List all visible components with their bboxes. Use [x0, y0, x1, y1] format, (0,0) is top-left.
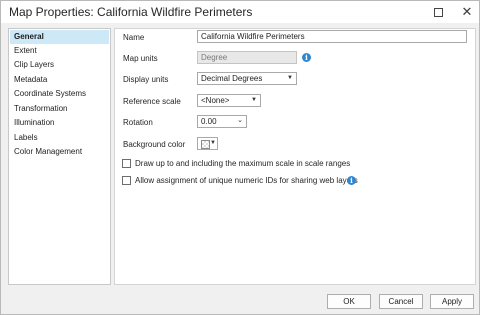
- maximize-icon[interactable]: [431, 5, 445, 19]
- background-color-picker[interactable]: ▼: [197, 137, 218, 150]
- display-units-select[interactable]: Decimal Degrees ▼: [197, 72, 297, 85]
- nav-item-clip-layers[interactable]: Clip Layers: [10, 58, 109, 72]
- chevron-down-icon: ⌄: [237, 117, 243, 124]
- info-icon[interactable]: i: [302, 53, 311, 62]
- color-swatch: [201, 140, 210, 149]
- name-label: Name: [123, 33, 145, 42]
- apply-button[interactable]: Apply: [430, 294, 474, 309]
- chevron-down-icon: ▼: [251, 97, 257, 103]
- unique-ids-label: Allow assignment of unique numeric IDs f…: [135, 176, 358, 185]
- chevron-down-icon: ▼: [210, 140, 216, 146]
- close-icon[interactable]: ✕: [460, 5, 474, 19]
- nav-item-transformation[interactable]: Transformation: [10, 102, 109, 116]
- rotation-value: 0.00: [201, 117, 217, 126]
- nav-item-metadata[interactable]: Metadata: [10, 73, 109, 87]
- reference-scale-value: <None>: [201, 96, 230, 105]
- nav-item-color-management[interactable]: Color Management: [10, 145, 109, 159]
- info-icon[interactable]: i: [347, 176, 356, 185]
- cancel-button[interactable]: Cancel: [379, 294, 423, 309]
- properties-nav: General Extent Clip Layers Metadata Coor…: [8, 28, 111, 285]
- draw-scale-checkbox[interactable]: [122, 159, 131, 168]
- nav-item-illumination[interactable]: Illumination: [10, 116, 109, 130]
- dialog-title: Map Properties: California Wildfire Peri…: [9, 5, 253, 19]
- display-units-label: Display units: [123, 75, 169, 84]
- map-properties-dialog: Map Properties: California Wildfire Peri…: [0, 0, 480, 315]
- title-bar: Map Properties: California Wildfire Peri…: [1, 1, 479, 23]
- nav-item-extent[interactable]: Extent: [10, 44, 109, 58]
- map-units-field: Degree: [197, 51, 297, 64]
- nav-item-coordinate-systems[interactable]: Coordinate Systems: [10, 87, 109, 101]
- map-units-label: Map units: [123, 54, 158, 63]
- display-units-value: Decimal Degrees: [201, 74, 263, 83]
- reference-scale-label: Reference scale: [123, 97, 181, 106]
- background-color-label: Background color: [123, 140, 186, 149]
- chevron-down-icon: ▼: [287, 75, 293, 81]
- ok-button[interactable]: OK: [327, 294, 371, 309]
- nav-item-labels[interactable]: Labels: [10, 131, 109, 145]
- unique-ids-checkbox[interactable]: [122, 176, 131, 185]
- rotation-combo[interactable]: 0.00 ⌄: [197, 115, 247, 128]
- rotation-label: Rotation: [123, 118, 153, 127]
- draw-scale-label: Draw up to and including the maximum sca…: [135, 159, 351, 168]
- nav-item-general[interactable]: General: [10, 30, 109, 44]
- name-input[interactable]: California Wildfire Perimeters: [197, 30, 467, 43]
- reference-scale-select[interactable]: <None> ▼: [197, 94, 261, 107]
- general-panel: Name California Wildfire Perimeters Map …: [114, 28, 476, 285]
